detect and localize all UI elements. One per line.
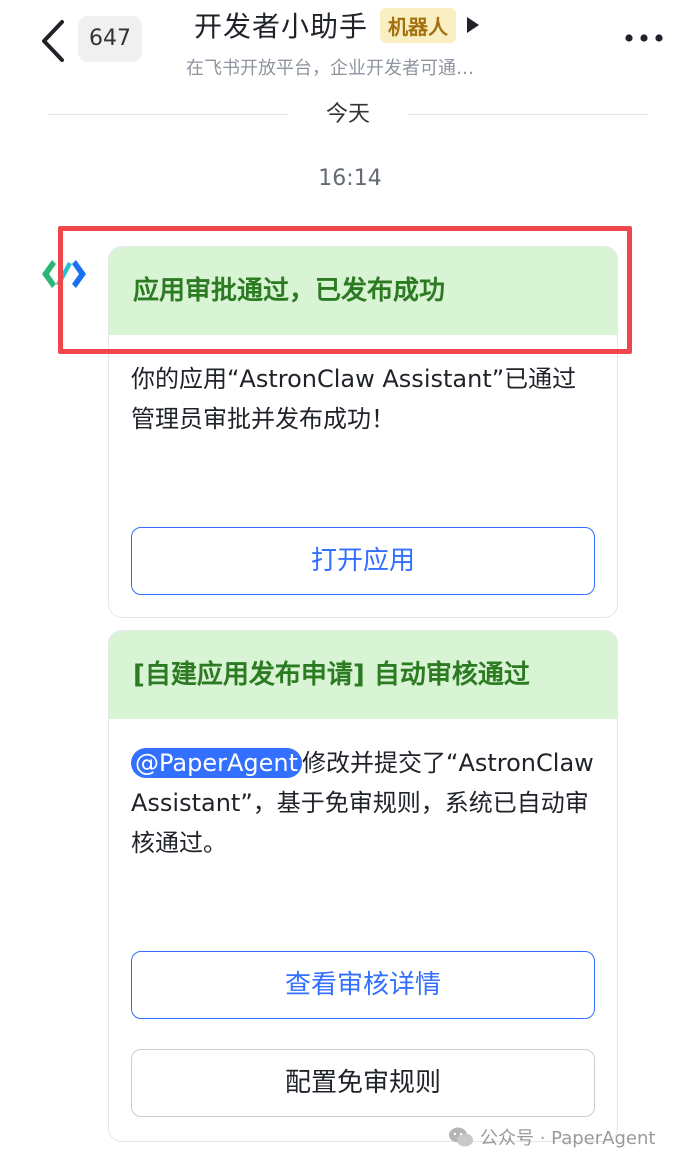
chat-subtitle: 在飞书开放平台，企业开发者可通… xyxy=(186,58,474,79)
open-app-button[interactable]: 打开应用 xyxy=(131,527,595,595)
date-label: 今天 xyxy=(325,102,370,127)
configure-exempt-rules-button[interactable]: 配置免审规则 xyxy=(131,1049,595,1117)
chevron-left-icon xyxy=(42,20,64,62)
chat-title-row[interactable]: 开发者小助手 机器人 xyxy=(194,4,480,46)
date-divider: 今天 xyxy=(48,98,648,132)
card-title: [自建应用发布申请] 自动审核通过 xyxy=(133,660,530,690)
divider-line xyxy=(408,114,648,115)
watermark-text: 公众号 · PaperAgent xyxy=(480,1128,656,1149)
view-review-details-button[interactable]: 查看审核详情 xyxy=(131,951,595,1019)
card-body: @PaperAgent 修改并提交了“AstronClaw Assistant”，… xyxy=(131,743,599,863)
highlight-annotation xyxy=(58,226,632,354)
back-button[interactable] xyxy=(36,18,72,64)
caret-right-icon xyxy=(467,17,480,33)
watermark: 公众号 · PaperAgent xyxy=(448,1124,655,1150)
user-mention[interactable]: @PaperAgent xyxy=(131,748,303,778)
bot-tag: 机器人 xyxy=(380,7,457,43)
message-card-auto-review: [自建应用发布申请] 自动审核通过 @PaperAgent 修改并提交了“Astr… xyxy=(108,630,618,1142)
card-header: [自建应用发布申请] 自动审核通过 xyxy=(109,631,617,719)
wechat-icon xyxy=(449,1127,473,1147)
message-timestamp: 16:14 xyxy=(318,166,382,191)
chat-header: 647 开发者小助手 机器人 在飞书开放平台，企业开发者可通… xyxy=(0,0,692,96)
chat-title: 开发者小助手 xyxy=(194,10,369,43)
divider-line xyxy=(48,114,288,115)
more-dots-icon[interactable] xyxy=(624,32,664,44)
unread-count-badge[interactable]: 647 xyxy=(78,16,142,62)
card-body: 你的应用“AstronClaw Assistant”已通过管理员审批并发布成功！ xyxy=(131,365,577,433)
